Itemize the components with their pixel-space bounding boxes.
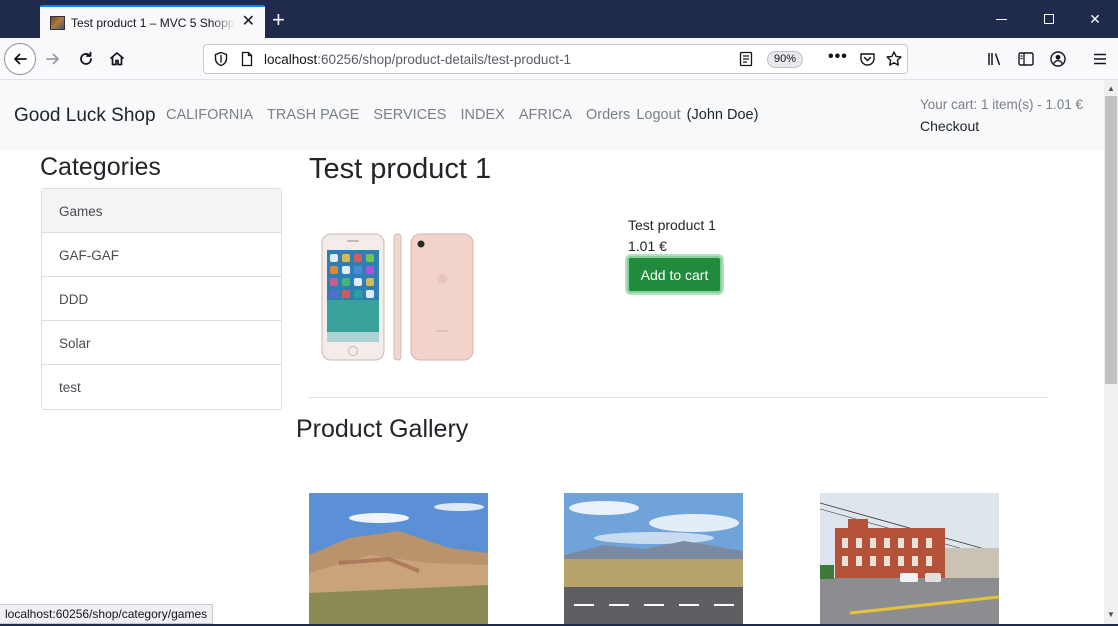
scroll-up-icon[interactable]: ▲ xyxy=(1107,84,1115,93)
status-bar: localhost:60256/shop/category/games xyxy=(0,604,214,624)
page-viewport: Good Luck Shop CALIFORNIA TRASH PAGE SER… xyxy=(0,80,1104,624)
url-text[interactable]: localhost:60256/shop/product-details/tes… xyxy=(264,52,571,67)
category-item-games[interactable]: Games xyxy=(42,189,281,233)
site-navbar: Good Luck Shop CALIFORNIA TRASH PAGE SER… xyxy=(0,80,1104,151)
nav-link-services[interactable]: SERVICES xyxy=(373,107,446,123)
reader-view-icon[interactable] xyxy=(738,51,754,72)
product-price: 1.01 € xyxy=(628,238,667,254)
nav-links: CALIFORNIA TRASH PAGE SERVICES INDEX AFR… xyxy=(166,107,758,123)
pocket-icon[interactable] xyxy=(859,51,876,72)
maximize-icon[interactable] xyxy=(1026,0,1072,38)
scrollbar-thumb[interactable] xyxy=(1105,96,1117,384)
product-title: Test product 1 xyxy=(309,153,492,185)
gallery-image[interactable] xyxy=(820,493,999,624)
nav-link-trash-page[interactable]: TRASH PAGE xyxy=(267,107,359,123)
home-icon[interactable] xyxy=(101,43,133,75)
back-icon[interactable] xyxy=(4,43,36,75)
window-close-icon[interactable]: ✕ xyxy=(1072,0,1118,38)
account-icon[interactable] xyxy=(1048,49,1068,69)
forward-icon[interactable] xyxy=(37,43,69,75)
checkout-link[interactable]: Checkout xyxy=(920,118,979,134)
new-tab-icon[interactable]: + xyxy=(272,9,285,31)
nav-link-logout[interactable]: Logout xyxy=(636,107,680,123)
gallery-heading: Product Gallery xyxy=(296,415,469,443)
url-path: :60256/shop/product-details/test-product… xyxy=(317,52,571,67)
product-name: Test product 1 xyxy=(628,217,716,233)
categories-heading: Categories xyxy=(40,153,161,181)
browser-titlebar: Test product 1 – MVC 5 Shopping Cart ✕ +… xyxy=(0,0,1118,38)
page-info-icon[interactable] xyxy=(239,51,255,72)
hamburger-menu-icon[interactable] xyxy=(1090,49,1110,69)
zoom-badge[interactable]: 90% xyxy=(767,51,804,68)
sidebar-toggle-icon[interactable] xyxy=(1016,49,1036,69)
category-item-gaf-gaf[interactable]: GAF-GAF xyxy=(42,233,281,277)
user-name: (John Doe) xyxy=(686,107,759,123)
tab-close-icon[interactable]: ✕ xyxy=(242,13,255,31)
favicon-icon xyxy=(50,16,65,30)
minimize-icon[interactable] xyxy=(978,0,1024,38)
browser-tab[interactable]: Test product 1 – MVC 5 Shopping Cart ✕ xyxy=(40,5,265,38)
bookmark-star-icon[interactable] xyxy=(885,50,903,73)
cart-summary[interactable]: Your cart: 1 item(s) - 1.01 € xyxy=(920,97,1083,112)
library-icon[interactable] xyxy=(985,49,1005,69)
shield-icon[interactable] xyxy=(213,51,229,72)
reload-icon[interactable] xyxy=(70,43,102,75)
category-item-ddd[interactable]: DDD xyxy=(42,277,281,321)
brand-link[interactable]: Good Luck Shop xyxy=(14,105,156,127)
tab-title: Test product 1 – MVC 5 Shopping Cart xyxy=(71,16,236,30)
nav-link-orders[interactable]: Orders xyxy=(586,107,630,123)
category-item-test[interactable]: test xyxy=(42,365,281,409)
nav-link-california[interactable]: CALIFORNIA xyxy=(166,107,253,123)
categories-list: Games GAF-GAF DDD Solar test xyxy=(41,188,282,410)
nav-link-africa[interactable]: AFRICA xyxy=(519,107,572,123)
gallery-image[interactable] xyxy=(309,493,488,624)
url-bar[interactable]: localhost:60256/shop/product-details/tes… xyxy=(203,44,908,74)
page-scrollbar[interactable]: ▲ ▼ xyxy=(1104,80,1118,624)
category-item-solar[interactable]: Solar xyxy=(42,321,281,365)
nav-link-index[interactable]: INDEX xyxy=(460,107,504,123)
scroll-down-icon[interactable]: ▼ xyxy=(1107,610,1115,619)
page-actions-icon[interactable]: ••• xyxy=(828,48,848,66)
url-host: localhost xyxy=(264,52,318,67)
section-divider xyxy=(309,397,1048,398)
browser-toolbar: localhost:60256/shop/product-details/tes… xyxy=(0,38,1118,80)
product-image xyxy=(318,232,476,362)
add-to-cart-button[interactable]: Add to cart xyxy=(627,256,722,293)
gallery-image[interactable] xyxy=(564,493,743,624)
